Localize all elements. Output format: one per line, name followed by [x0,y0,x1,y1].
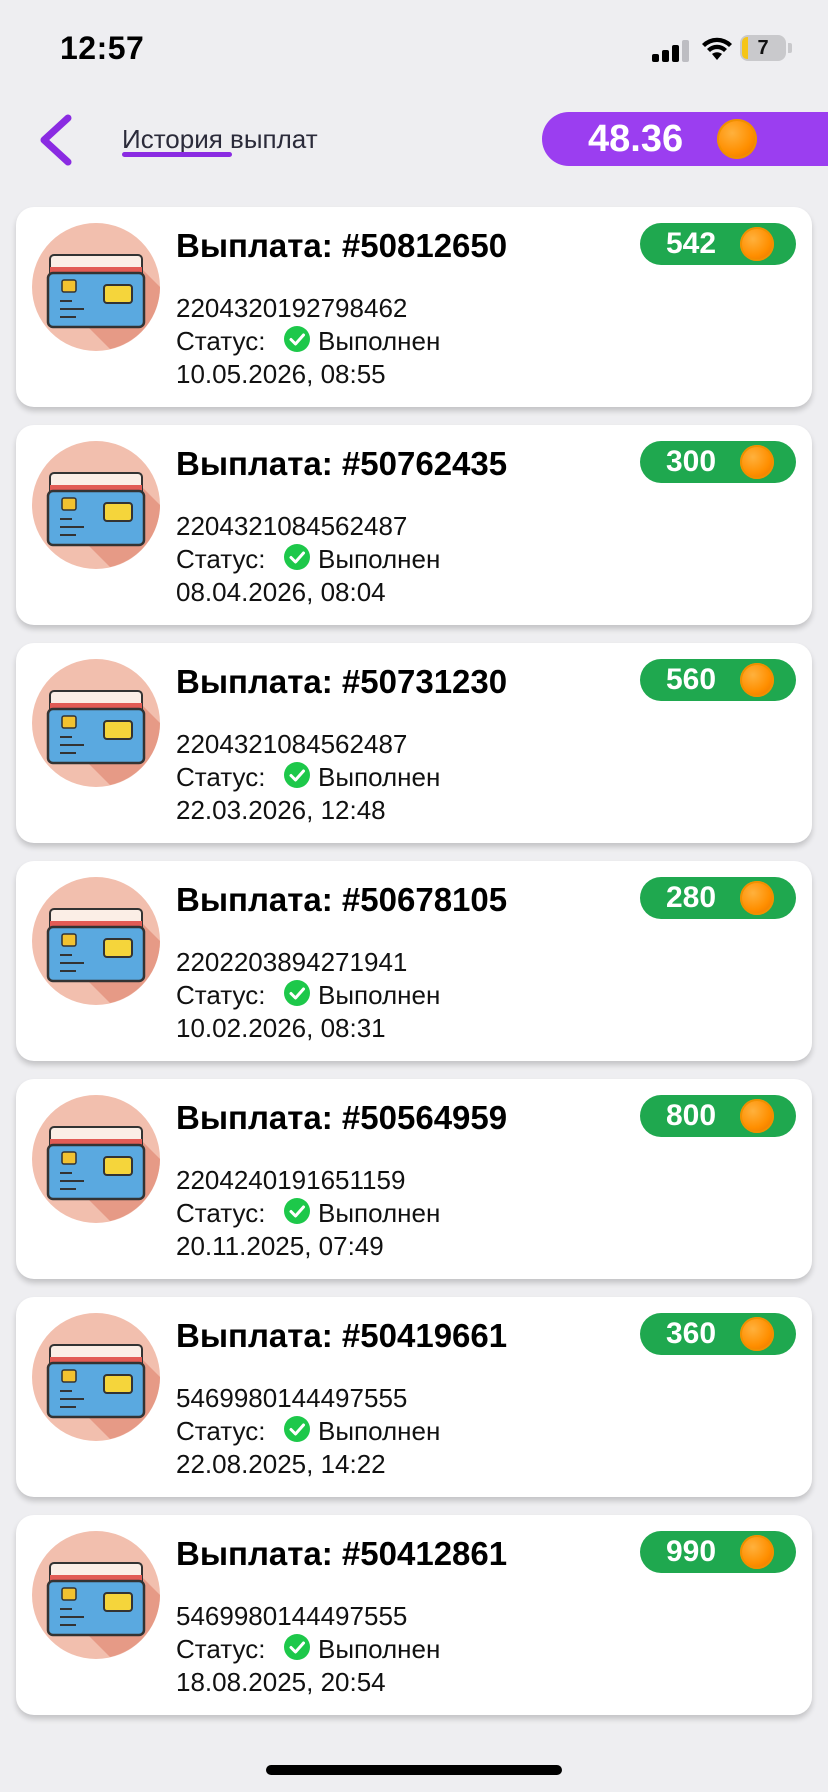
amount-badge: 300 [640,441,796,483]
card-number: 2204321084562487 [176,729,408,759]
credit-card-icon [32,1531,160,1659]
payout-title: Выплата: #50762435 [176,445,508,482]
payout-date: 22.08.2025, 14:22 [176,1449,386,1479]
coin-icon [740,881,774,915]
payout-date: 08.04.2026, 08:04 [176,577,386,607]
payout-title: Выплата: #50419661 [176,1317,508,1354]
payout-date: 10.02.2026, 08:31 [176,1013,386,1043]
home-indicator [266,1765,562,1775]
coin-icon [740,1535,774,1569]
status-label: Статус: [176,1416,266,1446]
status-value: Выполнен [318,980,441,1010]
status-bar: 12:57 7 [0,0,828,100]
battery-icon: 7 [740,35,786,61]
balance-badge[interactable]: 48.36 [542,112,828,166]
amount-value: 542 [665,227,717,260]
check-circle-icon [284,1198,310,1224]
amount-value: 280 [665,881,717,914]
amount-badge: 560 [640,659,796,701]
coin-icon [740,663,774,697]
amount-badge: 360 [640,1313,796,1355]
balance-value: 48.36 [588,118,684,160]
status-value: Выполнен [318,762,441,792]
status-value: Выполнен [318,1634,441,1664]
coin-icon [740,1317,774,1351]
check-circle-icon [284,544,310,570]
status-value: Выполнен [318,1198,441,1228]
amount-badge: 280 [640,877,796,919]
title-underline [122,152,232,157]
amount-value: 560 [665,663,717,696]
wifi-icon [702,37,732,60]
credit-card-icon [32,223,160,351]
card-number: 5469980144497555 [176,1601,408,1631]
check-circle-icon [284,1634,310,1660]
payout-card[interactable]: Выплата: #50678105 280 2202203894271941 … [16,861,812,1061]
amount-value: 800 [665,1099,717,1132]
coin-icon [717,119,757,159]
payout-card[interactable]: Выплата: #50564959 800 2204240191651159 … [16,1079,812,1279]
credit-card-icon [32,1095,160,1223]
amount-badge: 542 [640,223,796,265]
chevron-left-icon[interactable] [30,110,90,170]
payout-card[interactable]: Выплата: #50762435 300 2204321084562487 … [16,425,812,625]
status-label: Статус: [176,1198,266,1228]
payout-card[interactable]: Выплата: #50419661 360 5469980144497555 … [16,1297,812,1497]
payout-card[interactable]: Выплата: #50731230 560 2204321084562487 … [16,643,812,843]
amount-badge: 800 [640,1095,796,1137]
check-circle-icon [284,326,310,352]
amount-value: 990 [665,1535,717,1568]
payout-card[interactable]: Выплата: #50412861 990 5469980144497555 … [16,1515,812,1715]
coin-icon [740,445,774,479]
payout-date: 22.03.2026, 12:48 [176,795,386,825]
payout-title: Выплата: #50731230 [176,663,508,700]
status-value: Выполнен [318,544,441,574]
amount-badge: 990 [640,1531,796,1573]
credit-card-icon [32,441,160,569]
card-number: 2204240191651159 [176,1165,406,1195]
check-circle-icon [284,1416,310,1442]
battery-level: 7 [757,37,769,59]
card-number: 2204320192798462 [176,293,408,323]
payout-title: Выплата: #50412861 [176,1535,508,1572]
payout-card[interactable]: Выплата: #50812650 542 2204320192798462 … [16,207,812,407]
coin-icon [740,227,774,261]
status-label: Статус: [176,762,266,792]
payout-title: Выплата: #50678105 [176,881,508,918]
amount-value: 300 [665,445,717,478]
header: История выплат 48.36 [0,100,828,188]
card-number: 2204321084562487 [176,511,408,541]
payout-title: Выплата: #50564959 [176,1099,508,1136]
payout-title: Выплата: #50812650 [176,227,508,264]
card-number: 5469980144497555 [176,1383,408,1413]
credit-card-icon [32,659,160,787]
coin-icon [740,1099,774,1133]
credit-card-icon [32,877,160,1005]
payout-date: 20.11.2025, 07:49 [176,1231,384,1261]
status-time: 12:57 [60,30,145,66]
cellular-signal-icon [652,40,692,62]
check-circle-icon [284,980,310,1006]
payout-date: 18.08.2025, 20:54 [176,1667,386,1697]
status-label: Статус: [176,326,266,356]
payout-date: 10.05.2026, 08:55 [176,359,386,389]
status-value: Выполнен [318,1416,441,1446]
page-title: История выплат [122,124,318,154]
status-label: Статус: [176,980,266,1010]
check-circle-icon [284,762,310,788]
card-number: 2202203894271941 [176,947,408,977]
credit-card-icon [32,1313,160,1441]
status-label: Статус: [176,1634,266,1664]
status-label: Статус: [176,544,266,574]
status-value: Выполнен [318,326,441,356]
amount-value: 360 [665,1317,717,1350]
